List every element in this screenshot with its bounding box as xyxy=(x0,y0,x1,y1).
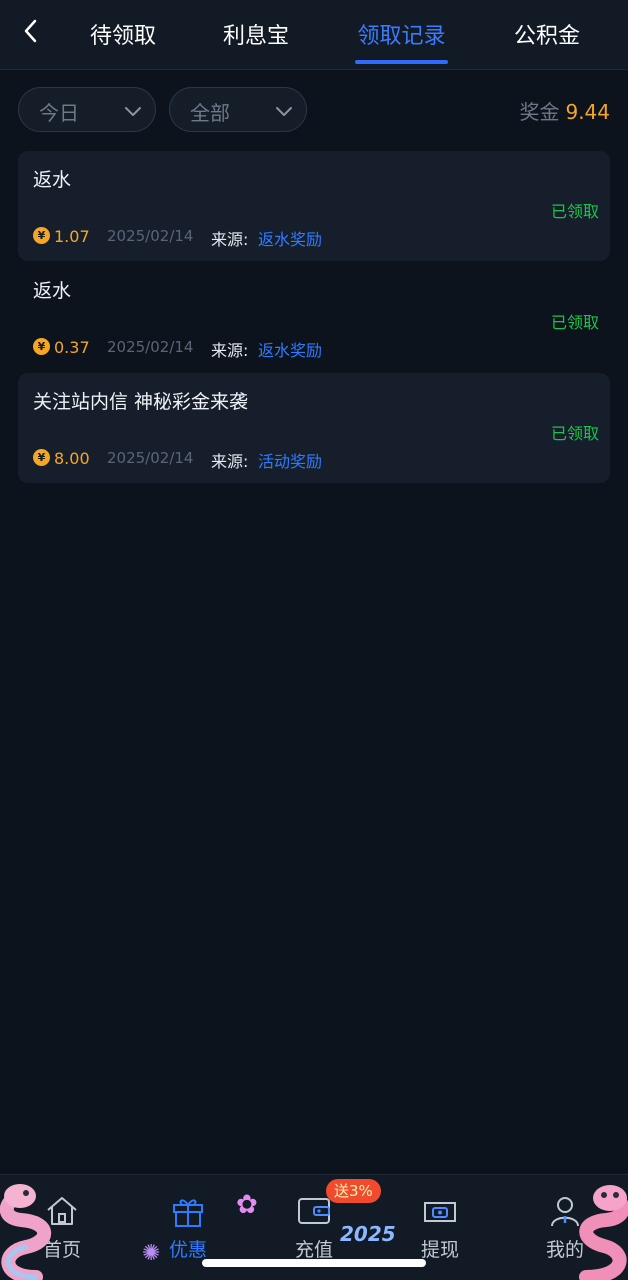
record-status: 已领取 xyxy=(550,202,599,221)
source-link[interactable]: 活动奖励 xyxy=(258,448,322,472)
record-date: 2025/02/14 xyxy=(107,449,194,467)
bonus-label: 奖金 xyxy=(519,100,560,124)
top-tab-bar: 待领取 利息宝 领取记录 公积金 xyxy=(0,0,628,70)
chevron-down-icon xyxy=(276,107,292,116)
bonus-value: 9.44 xyxy=(565,100,610,124)
record-date: 2025/02/14 xyxy=(107,227,194,245)
record-amount: 8.00 xyxy=(54,449,90,468)
gift-icon xyxy=(173,1199,203,1227)
snake-mascot-icon xyxy=(0,1184,52,1280)
record-status: 已领取 xyxy=(550,424,599,443)
rewards-page: { "header": { "tabs": [ {"label": "待领取"}… xyxy=(0,0,628,1280)
flower-decoration-icon: ✿ xyxy=(236,1190,258,1220)
type-filter-value: 全部 xyxy=(190,101,230,125)
type-filter-select[interactable]: 全部 xyxy=(169,87,307,132)
chevron-left-icon xyxy=(24,19,37,43)
nav-withdraw-label: 提现 xyxy=(420,1239,459,1261)
back-button[interactable] xyxy=(16,16,46,46)
snake-mascot-icon xyxy=(579,1185,628,1280)
record-card: 返水 已领取 ¥ 1.07 2025/02/14 来源: 返水奖励 xyxy=(18,151,610,261)
record-amount: 0.37 xyxy=(54,338,90,357)
flower-decoration-icon: ✺ xyxy=(142,1241,161,1266)
nav-withdraw[interactable]: 提现 xyxy=(405,1193,475,1263)
coin-icon: ¥ xyxy=(33,227,50,244)
source-label: 来源: xyxy=(211,452,249,471)
year-decoration: 2025 xyxy=(340,1222,396,1246)
chevron-down-icon xyxy=(125,107,141,116)
tab-interest[interactable]: 利息宝 xyxy=(221,18,291,54)
record-title: 返水 xyxy=(33,169,72,191)
home-indicator xyxy=(202,1259,426,1267)
active-tab-indicator xyxy=(355,60,448,64)
record-title: 返水 xyxy=(33,280,72,302)
bonus-total: 奖金 9.44 xyxy=(519,96,610,125)
wallet-icon xyxy=(298,1198,330,1224)
record-date: 2025/02/14 xyxy=(107,338,194,356)
date-filter-value: 今日 xyxy=(39,101,79,125)
coin-icon: ¥ xyxy=(33,449,50,466)
date-filter-select[interactable]: 今日 xyxy=(18,87,156,132)
nav-deposit[interactable]: 充值 xyxy=(279,1193,349,1263)
tab-pending[interactable]: 待领取 xyxy=(88,18,158,54)
withdraw-icon xyxy=(424,1202,456,1222)
deposit-promo-badge: 送3% xyxy=(326,1179,381,1203)
source-link[interactable]: 返水奖励 xyxy=(258,337,322,361)
coin-icon: ¥ xyxy=(33,338,50,355)
nav-deposit-label: 充值 xyxy=(294,1239,333,1261)
source-label: 来源: xyxy=(211,341,249,360)
record-title: 关注站内信 神秘彩金来袭 xyxy=(33,391,249,413)
record-amount: 1.07 xyxy=(54,227,90,246)
nav-promotions[interactable]: 优惠 xyxy=(153,1193,223,1263)
tab-provident-fund[interactable]: 公积金 xyxy=(512,18,582,54)
record-card: 返水 已领取 ¥ 0.37 2025/02/14 来源: 返水奖励 xyxy=(18,262,610,372)
record-status: 已领取 xyxy=(550,313,599,332)
source-link[interactable]: 返水奖励 xyxy=(258,226,322,250)
record-card: 关注站内信 神秘彩金来袭 已领取 ¥ 8.00 2025/02/14 来源: 活… xyxy=(18,373,610,483)
tab-claim-history[interactable]: 领取记录 xyxy=(355,18,448,54)
nav-promotions-label: 优惠 xyxy=(168,1239,207,1261)
source-label: 来源: xyxy=(211,230,249,249)
